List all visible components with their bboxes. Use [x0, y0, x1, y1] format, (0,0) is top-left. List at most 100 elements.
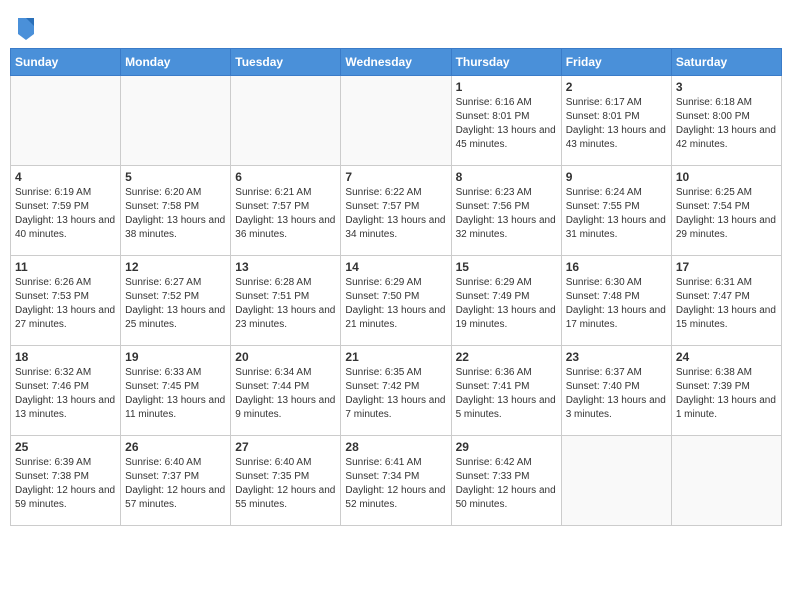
day-info: Sunrise: 6:39 AM Sunset: 7:38 PM Dayligh… [15, 456, 116, 512]
day-info: Sunrise: 6:41 AM Sunset: 7:34 PM Dayligh… [345, 456, 446, 512]
day-info: Sunrise: 6:40 AM Sunset: 7:35 PM Dayligh… [235, 456, 336, 512]
day-of-week-header: Thursday [451, 49, 561, 76]
day-number: 19 [125, 350, 226, 364]
day-info: Sunrise: 6:16 AM Sunset: 8:01 PM Dayligh… [456, 96, 557, 152]
day-number: 13 [235, 260, 336, 274]
calendar-header: SundayMondayTuesdayWednesdayThursdayFrid… [11, 49, 782, 76]
calendar-day-cell: 25 Sunrise: 6:39 AM Sunset: 7:38 PM Dayli… [11, 436, 121, 526]
calendar-day-cell [671, 436, 781, 526]
logo-icon [14, 14, 38, 42]
day-of-week-header: Saturday [671, 49, 781, 76]
calendar-day-cell: 6Sunrise: 6:21 AM Sunset: 7:57 PM Daylig… [231, 166, 341, 256]
day-info: Sunrise: 6:26 AM Sunset: 7:53 PM Dayligh… [15, 276, 116, 332]
calendar-day-cell: 3Sunrise: 6:18 AM Sunset: 8:00 PM Daylig… [671, 76, 781, 166]
day-number: 27 [235, 440, 336, 454]
day-of-week-header: Monday [121, 49, 231, 76]
day-number: 16 [566, 260, 667, 274]
calendar-day-cell: 13 Sunrise: 6:28 AM Sunset: 7:51 PM Dayli… [231, 256, 341, 346]
calendar-day-cell [121, 76, 231, 166]
day-info: Sunrise: 6:18 AM Sunset: 8:00 PM Dayligh… [676, 96, 777, 152]
day-number: 1 [456, 80, 557, 94]
day-info: Sunrise: 6:36 AM Sunset: 7:41 PM Dayligh… [456, 366, 557, 422]
calendar-day-cell: 19 Sunrise: 6:33 AM Sunset: 7:45 PM Dayli… [121, 346, 231, 436]
calendar-day-cell: 26Sunrise: 6:40 AM Sunset: 7:37 PM Dayli… [121, 436, 231, 526]
calendar-day-cell: 15 Sunrise: 6:29 AM Sunset: 7:49 PM Dayli… [451, 256, 561, 346]
day-number: 26 [125, 440, 226, 454]
calendar-day-cell: 23Sunrise: 6:37 AM Sunset: 7:40 PM Dayli… [561, 346, 671, 436]
day-of-week-header: Tuesday [231, 49, 341, 76]
day-number: 24 [676, 350, 777, 364]
calendar-week-row: 25 Sunrise: 6:39 AM Sunset: 7:38 PM Dayli… [11, 436, 782, 526]
calendar-day-cell: 5 Sunrise: 6:20 AM Sunset: 7:58 PM Daylig… [121, 166, 231, 256]
day-of-week-header: Wednesday [341, 49, 451, 76]
calendar-body: 1 Sunrise: 6:16 AM Sunset: 8:01 PM Daylig… [11, 76, 782, 526]
day-info: Sunrise: 6:29 AM Sunset: 7:49 PM Dayligh… [456, 276, 557, 332]
day-of-week-header: Sunday [11, 49, 121, 76]
day-info: Sunrise: 6:29 AM Sunset: 7:50 PM Dayligh… [345, 276, 446, 332]
day-number: 12 [125, 260, 226, 274]
calendar-day-cell: 24 Sunrise: 6:38 AM Sunset: 7:39 PM Dayli… [671, 346, 781, 436]
day-number: 10 [676, 170, 777, 184]
calendar-day-cell: 14 Sunrise: 6:29 AM Sunset: 7:50 PM Dayli… [341, 256, 451, 346]
day-info: Sunrise: 6:24 AM Sunset: 7:55 PM Dayligh… [566, 186, 667, 242]
day-number: 25 [15, 440, 116, 454]
day-info: Sunrise: 6:35 AM Sunset: 7:42 PM Dayligh… [345, 366, 446, 422]
day-info: Sunrise: 6:23 AM Sunset: 7:56 PM Dayligh… [456, 186, 557, 242]
day-number: 8 [456, 170, 557, 184]
day-number: 18 [15, 350, 116, 364]
calendar-week-row: 18 Sunrise: 6:32 AM Sunset: 7:46 PM Dayli… [11, 346, 782, 436]
day-info: Sunrise: 6:22 AM Sunset: 7:57 PM Dayligh… [345, 186, 446, 242]
page-header [10, 10, 782, 42]
calendar-day-cell: 21 Sunrise: 6:35 AM Sunset: 7:42 PM Dayli… [341, 346, 451, 436]
calendar-day-cell [561, 436, 671, 526]
day-info: Sunrise: 6:32 AM Sunset: 7:46 PM Dayligh… [15, 366, 116, 422]
calendar-day-cell: 20 Sunrise: 6:34 AM Sunset: 7:44 PM Dayli… [231, 346, 341, 436]
days-of-week-row: SundayMondayTuesdayWednesdayThursdayFrid… [11, 49, 782, 76]
calendar-table: SundayMondayTuesdayWednesdayThursdayFrid… [10, 48, 782, 526]
day-info: Sunrise: 6:33 AM Sunset: 7:45 PM Dayligh… [125, 366, 226, 422]
calendar-day-cell: 9Sunrise: 6:24 AM Sunset: 7:55 PM Daylig… [561, 166, 671, 256]
calendar-day-cell: 18 Sunrise: 6:32 AM Sunset: 7:46 PM Dayli… [11, 346, 121, 436]
calendar-day-cell: 16 Sunrise: 6:30 AM Sunset: 7:48 PM Dayli… [561, 256, 671, 346]
calendar-day-cell [341, 76, 451, 166]
logo [10, 14, 38, 42]
day-info: Sunrise: 6:20 AM Sunset: 7:58 PM Dayligh… [125, 186, 226, 242]
day-info: Sunrise: 6:17 AM Sunset: 8:01 PM Dayligh… [566, 96, 667, 152]
day-number: 17 [676, 260, 777, 274]
calendar-day-cell [11, 76, 121, 166]
day-number: 14 [345, 260, 446, 274]
calendar-day-cell: 8 Sunrise: 6:23 AM Sunset: 7:56 PM Daylig… [451, 166, 561, 256]
day-info: Sunrise: 6:27 AM Sunset: 7:52 PM Dayligh… [125, 276, 226, 332]
day-info: Sunrise: 6:31 AM Sunset: 7:47 PM Dayligh… [676, 276, 777, 332]
day-number: 5 [125, 170, 226, 184]
day-number: 21 [345, 350, 446, 364]
day-info: Sunrise: 6:42 AM Sunset: 7:33 PM Dayligh… [456, 456, 557, 512]
day-number: 11 [15, 260, 116, 274]
day-number: 6 [235, 170, 336, 184]
calendar-day-cell: 10 Sunrise: 6:25 AM Sunset: 7:54 PM Dayli… [671, 166, 781, 256]
calendar-day-cell [231, 76, 341, 166]
calendar-day-cell: 29 Sunrise: 6:42 AM Sunset: 7:33 PM Dayli… [451, 436, 561, 526]
calendar-day-cell: 17 Sunrise: 6:31 AM Sunset: 7:47 PM Dayli… [671, 256, 781, 346]
day-info: Sunrise: 6:38 AM Sunset: 7:39 PM Dayligh… [676, 366, 777, 422]
day-info: Sunrise: 6:28 AM Sunset: 7:51 PM Dayligh… [235, 276, 336, 332]
calendar-week-row: 4 Sunrise: 6:19 AM Sunset: 7:59 PM Daylig… [11, 166, 782, 256]
calendar-day-cell: 22 Sunrise: 6:36 AM Sunset: 7:41 PM Dayli… [451, 346, 561, 436]
day-info: Sunrise: 6:34 AM Sunset: 7:44 PM Dayligh… [235, 366, 336, 422]
day-info: Sunrise: 6:37 AM Sunset: 7:40 PM Dayligh… [566, 366, 667, 422]
day-number: 28 [345, 440, 446, 454]
day-info: Sunrise: 6:19 AM Sunset: 7:59 PM Dayligh… [15, 186, 116, 242]
day-number: 2 [566, 80, 667, 94]
calendar-day-cell: 11 Sunrise: 6:26 AM Sunset: 7:53 PM Dayli… [11, 256, 121, 346]
day-number: 29 [456, 440, 557, 454]
day-number: 15 [456, 260, 557, 274]
calendar-week-row: 11 Sunrise: 6:26 AM Sunset: 7:53 PM Dayli… [11, 256, 782, 346]
day-number: 7 [345, 170, 446, 184]
day-number: 20 [235, 350, 336, 364]
calendar-week-row: 1 Sunrise: 6:16 AM Sunset: 8:01 PM Daylig… [11, 76, 782, 166]
day-info: Sunrise: 6:25 AM Sunset: 7:54 PM Dayligh… [676, 186, 777, 242]
day-info: Sunrise: 6:30 AM Sunset: 7:48 PM Dayligh… [566, 276, 667, 332]
day-number: 22 [456, 350, 557, 364]
calendar-day-cell: 1 Sunrise: 6:16 AM Sunset: 8:01 PM Daylig… [451, 76, 561, 166]
day-number: 4 [15, 170, 116, 184]
